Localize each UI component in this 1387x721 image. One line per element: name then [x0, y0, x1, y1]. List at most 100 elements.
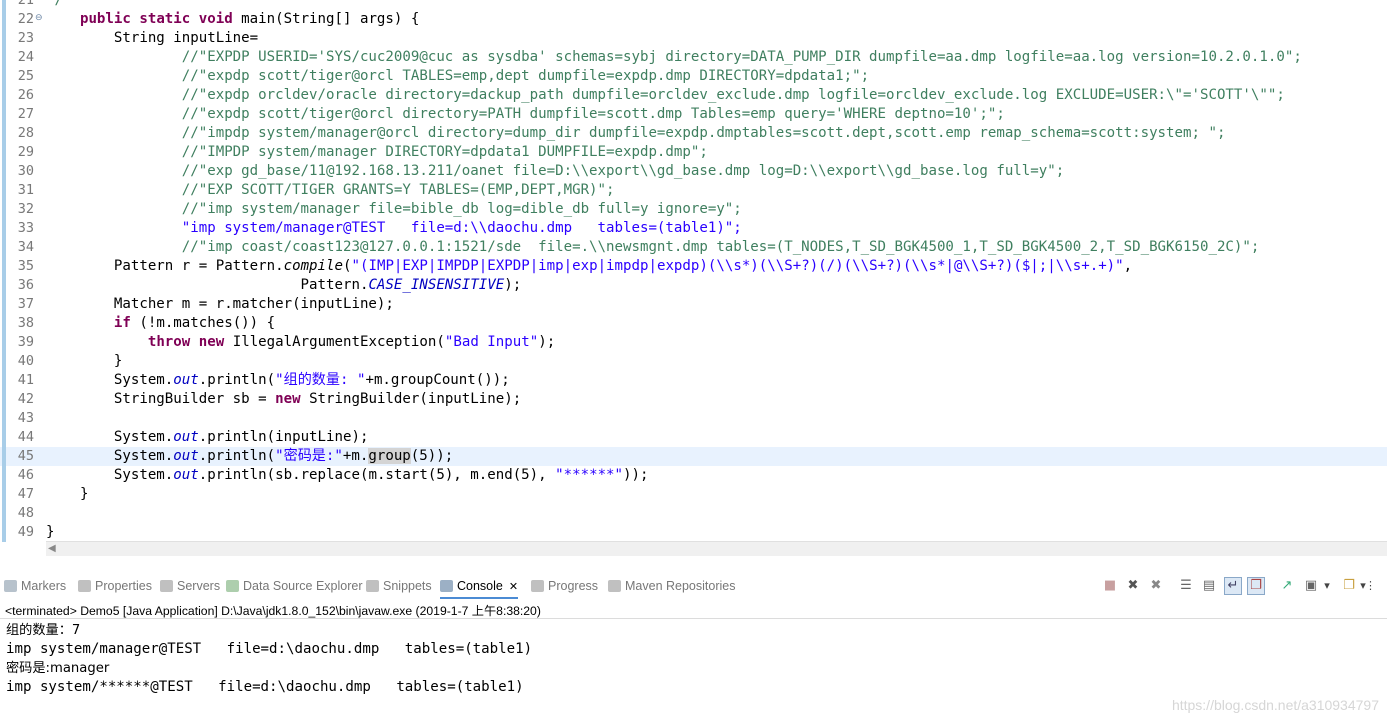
tab-label: Maven Repositories	[625, 579, 736, 593]
properties-icon	[78, 580, 91, 592]
code-line[interactable]: 48	[0, 504, 1387, 523]
code-line[interactable]: 29 //"IMPDP system/manager DIRECTORY=dpd…	[0, 143, 1387, 162]
code-line[interactable]: 38 if (!m.matches()) {	[0, 314, 1387, 333]
code-line[interactable]: 32 //"imp system/manager file=bible_db l…	[0, 200, 1387, 219]
code-line[interactable]: 21 */	[0, 0, 1387, 10]
code-token: if	[113, 315, 131, 331]
code-line[interactable]: 36 Pattern.CASE_INSENSITIVE);	[0, 276, 1387, 295]
code-token: );	[538, 334, 556, 350]
change-ruler-marker	[2, 219, 6, 238]
tab-maven-repositories[interactable]: Maven Repositories	[608, 578, 735, 595]
code-line[interactable]: 27 //"expdp scott/tiger@orcl directory=P…	[0, 105, 1387, 124]
change-ruler-marker	[2, 314, 6, 333]
code-token: System.	[46, 448, 174, 464]
code-line[interactable]: 31 //"EXP SCOTT/TIGER GRANTS=Y TABLES=(E…	[0, 181, 1387, 200]
tab-progress[interactable]: Progress	[531, 578, 598, 595]
display-console-icon[interactable]: ▣	[1302, 577, 1320, 595]
display-dropdown-icon[interactable]: ▾	[1322, 577, 1332, 595]
clear-console-icon[interactable]: ☰	[1177, 577, 1195, 595]
code-line[interactable]: 28 //"impdp system/manager@orcl director…	[0, 124, 1387, 143]
code-line[interactable]: 41 System.out.println("组的数量: "+m.groupCo…	[0, 371, 1387, 390]
code-token: .println(inputLine);	[198, 429, 369, 445]
code-line[interactable]: 49}	[0, 523, 1387, 542]
code-line[interactable]: 42 StringBuilder sb = new StringBuilder(…	[0, 390, 1387, 409]
change-ruler-marker	[2, 428, 6, 447]
code-token: (	[343, 258, 352, 274]
code-line[interactable]: 35 Pattern r = Pattern.compile("(IMP|EXP…	[0, 257, 1387, 276]
code-line[interactable]: 45 System.out.println("密码是:"+m.group(5))…	[0, 447, 1387, 466]
code-token: main(String[] args) {	[232, 11, 420, 27]
code-line[interactable]: 26 //"expdp orcldev/oracle directory=dac…	[0, 86, 1387, 105]
code-editor[interactable]: 21 */ 22 ⊖ public static void main(String[]…	[0, 0, 1387, 556]
code-text: //"imp system/manager file=bible_db log=…	[46, 201, 742, 217]
horizontal-scrollbar[interactable]: ◀	[46, 541, 1387, 556]
change-ruler-marker	[2, 447, 6, 466]
tab-markers[interactable]: Markers	[4, 578, 66, 595]
scroll-lock-icon[interactable]: ▤	[1200, 577, 1218, 595]
tab-snippets[interactable]: Snippets	[366, 578, 432, 595]
console-launch-description: <terminated> Demo5 [Java Application] D:…	[5, 604, 541, 618]
console-output-line: imp system/******@TEST file=d:\daochu.dm…	[6, 679, 524, 695]
code-line[interactable]: 23 String inputLine=	[0, 29, 1387, 48]
show-console-icon[interactable]: ❐	[1247, 577, 1265, 595]
markers-icon	[4, 580, 17, 592]
tab-data-source-explorer[interactable]: Data Source Explorer	[226, 578, 363, 595]
change-ruler-marker	[2, 162, 6, 181]
code-line[interactable]: 47 }	[0, 485, 1387, 504]
code-line[interactable]: 30 //"exp gd_base/11@192.168.13.211/oane…	[0, 162, 1387, 181]
code-line[interactable]: 33 "imp system/manager@TEST file=d:\\dao…	[0, 219, 1387, 238]
view-menu-icon[interactable]: ⋮	[1365, 577, 1376, 595]
console-output-line: 密码是:manager	[6, 661, 110, 676]
tab-console[interactable]: Console ✕	[440, 578, 519, 599]
code-line[interactable]: 24 //"EXPDP USERID='SYS/cuc2009@cuc as s…	[0, 48, 1387, 67]
tab-label: Data Source Explorer	[243, 579, 363, 593]
code-token: .println(	[198, 448, 276, 464]
code-line[interactable]: 22 ⊖ public static void main(String[] arg…	[0, 10, 1387, 29]
servers-icon	[160, 580, 173, 592]
change-ruler-marker	[2, 143, 6, 162]
code-text: //"IMPDP system/manager DIRECTORY=dpdata…	[46, 144, 708, 160]
snippets-icon	[366, 580, 379, 592]
code-token: new	[198, 334, 225, 350]
close-icon[interactable]: ✕	[506, 581, 518, 593]
code-text: StringBuilder sb = new StringBuilder(inp…	[46, 390, 521, 409]
change-ruler-marker	[2, 67, 6, 86]
code-line[interactable]: 34 //"imp coast/coast123@127.0.0.1:1521/…	[0, 238, 1387, 257]
code-line[interactable]: 46 System.out.println(sb.replace(m.start…	[0, 466, 1387, 485]
code-line[interactable]: 25 //"expdp scott/tiger@orcl TABLES=emp,…	[0, 67, 1387, 86]
code-text: String inputLine=	[46, 30, 259, 46]
remove-launch-icon[interactable]: ✖	[1124, 577, 1142, 595]
word-wrap-icon[interactable]: ↵	[1224, 577, 1242, 595]
code-line[interactable]: 39 throw new IllegalArgumentException("B…	[0, 333, 1387, 352]
open-console-icon[interactable]: ❐	[1340, 577, 1358, 595]
code-line[interactable]: 43	[0, 409, 1387, 428]
code-text: }	[46, 486, 89, 502]
code-text: //"impdp system/manager@orcl directory=d…	[46, 125, 1226, 141]
change-ruler-marker	[2, 466, 6, 485]
tab-label: Console	[457, 579, 503, 593]
change-ruler-marker	[2, 409, 6, 428]
remove-all-icon[interactable]: ✖	[1147, 577, 1165, 595]
fold-collapse-icon[interactable]: ⊖	[35, 14, 43, 23]
change-ruler-marker	[2, 276, 6, 295]
line-number: 46	[17, 467, 34, 483]
change-ruler-marker	[2, 485, 6, 504]
terminate-icon[interactable]: ■	[1101, 577, 1119, 595]
code-token: StringBuilder(inputLine);	[300, 391, 522, 407]
code-line[interactable]: 37 Matcher m = r.matcher(inputLine);	[0, 295, 1387, 314]
line-number: 30	[17, 163, 34, 179]
line-number: 48	[17, 505, 34, 521]
code-line[interactable]: 40 }	[0, 352, 1387, 371]
scroll-left-icon[interactable]: ◀	[48, 543, 56, 554]
line-number: 36	[17, 277, 34, 293]
tab-servers[interactable]: Servers	[160, 578, 220, 595]
console-output-line: imp system/manager@TEST file=d:\daochu.d…	[6, 641, 533, 657]
pin-console-icon[interactable]: ↗	[1278, 577, 1296, 595]
code-token: "(IMP|EXP|IMPDP|EXPDP|imp|exp|impdp|expd…	[351, 258, 1124, 274]
code-line[interactable]: 44 System.out.println(inputLine);	[0, 428, 1387, 447]
tab-properties[interactable]: Properties	[78, 578, 152, 595]
change-ruler-marker	[2, 48, 6, 67]
